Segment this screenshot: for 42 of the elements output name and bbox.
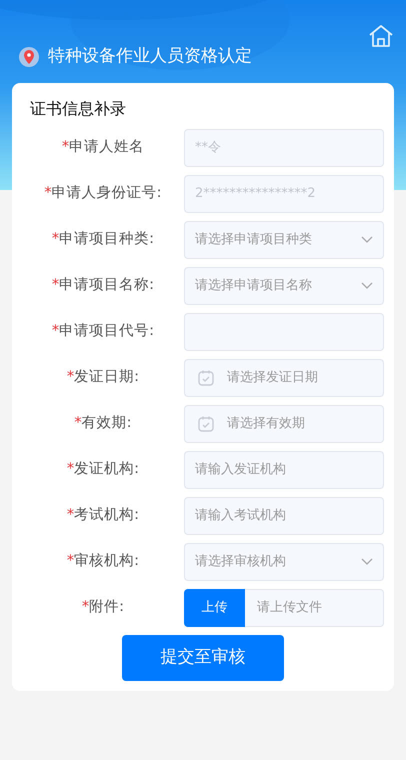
field-label: 附件:: [89, 598, 124, 618]
chevron-down-icon: [361, 558, 373, 566]
select-field[interactable]: 请选择审核机构: [184, 543, 384, 581]
required-mark: *: [82, 598, 90, 618]
required-mark: *: [52, 276, 60, 296]
date-field[interactable]: 请选择有效期: [184, 405, 384, 443]
home-icon[interactable]: [368, 24, 394, 48]
required-mark: *: [52, 230, 60, 250]
field-label: 有效期:: [82, 414, 132, 434]
field-label: 发证日期:: [74, 368, 140, 388]
field-label: 申请项目种类:: [59, 230, 154, 250]
input-field[interactable]: [184, 313, 384, 351]
required-mark: *: [66, 368, 74, 388]
required-mark: *: [66, 506, 74, 526]
calendar-icon: [197, 415, 215, 433]
field-label: 申请人姓名: [69, 138, 144, 158]
field-label: 申请项目代号:: [59, 322, 154, 342]
upload-button[interactable]: 上传: [184, 589, 245, 627]
file-field[interactable]: 请上传文件: [245, 589, 384, 627]
input-field[interactable]: 请输入发证机构: [184, 451, 384, 489]
field-label: 审核机构:: [74, 552, 140, 572]
chevron-down-icon: [361, 282, 373, 290]
field-label: 申请人身份证号:: [52, 184, 162, 204]
calendar-icon: [197, 369, 215, 387]
submit-button[interactable]: 提交至审核: [122, 635, 284, 681]
field-label: 发证机构:: [74, 460, 140, 480]
required-mark: *: [44, 184, 52, 204]
required-mark: *: [52, 322, 60, 342]
date-field[interactable]: 请选择发证日期: [184, 359, 384, 397]
field-label: 考试机构:: [74, 506, 140, 526]
input-field[interactable]: 请输入考试机构: [184, 497, 384, 535]
page-title: 特种设备作业人员资格认定: [48, 45, 252, 68]
required-mark: *: [74, 414, 82, 434]
chevron-down-icon: [361, 236, 373, 244]
required-mark: *: [66, 552, 74, 572]
form-title: 证书信息补录: [30, 98, 127, 120]
required-mark: *: [62, 138, 70, 158]
select-field[interactable]: 请选择申请项目名称: [184, 267, 384, 305]
select-field[interactable]: 请选择申请项目种类: [184, 221, 384, 259]
required-mark: *: [66, 460, 74, 480]
field-label: 申请项目名称:: [59, 276, 154, 296]
location-pin-icon: [18, 46, 40, 68]
